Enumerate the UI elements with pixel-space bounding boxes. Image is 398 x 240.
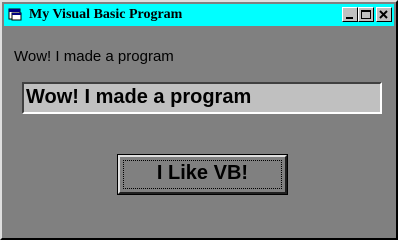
maximize-button[interactable] (358, 7, 374, 22)
close-icon (379, 10, 388, 19)
caption-label: Wow! I made a program (14, 48, 174, 65)
button-label: I Like VB! (156, 162, 249, 184)
window-title: My Visual Basic Program (29, 7, 183, 22)
title-bar[interactable]: My Visual Basic Program (4, 4, 394, 26)
minimize-icon (346, 17, 353, 19)
app-window: My Visual Basic Program Wow! I made a pr… (0, 0, 398, 240)
window-icon[interactable] (8, 7, 22, 21)
close-button[interactable] (376, 7, 392, 22)
minimize-button[interactable] (342, 7, 358, 22)
maximize-icon (361, 10, 371, 19)
message-textbox[interactable]: Wow! I made a program (22, 82, 382, 114)
i-like-vb-button[interactable]: I Like VB! (117, 154, 288, 195)
